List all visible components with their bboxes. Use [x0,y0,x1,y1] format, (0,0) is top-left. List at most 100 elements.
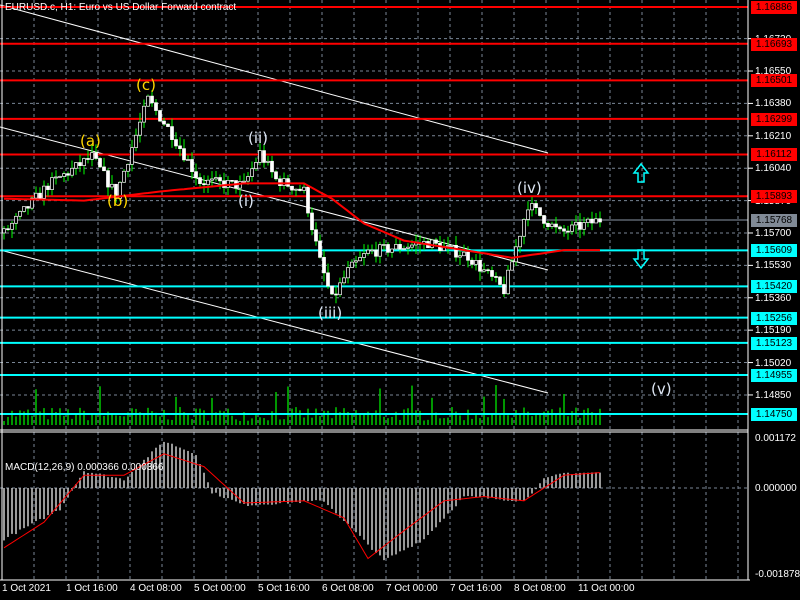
support-level-price-label: 1.15256 [751,311,797,325]
wave-label-v: (v) [651,380,672,398]
time-axis-label: 1 Oct 16:00 [66,583,118,594]
candle-body [126,164,130,172]
candle-body [434,239,438,244]
wave-label-b: (b) [107,192,129,210]
candle-body [410,244,414,248]
support-level-price-label: 1.15609 [751,244,797,258]
price-tick-label: 1.15700 [755,227,792,239]
support-level-price-label: 1.14955 [751,368,797,382]
resistance-level-price-label: 1.16299 [751,112,797,126]
candle-body [378,244,382,257]
candle-body [430,239,434,248]
time-axis-label: 7 Oct 00:00 [386,583,438,594]
candle-body [282,178,286,186]
candle-body [510,261,514,271]
candle-body [86,158,90,160]
candle-body [554,223,558,228]
candle-body [198,177,202,184]
candle-body [246,176,250,182]
candle-body [366,249,370,254]
candle-body [14,215,18,224]
candle-body [350,261,354,268]
candle-body [310,212,314,231]
candle-body [514,246,518,263]
candle-body [542,215,546,224]
candle-body [362,253,366,258]
candle-body [230,179,234,182]
candle-body [122,170,126,183]
candle-body [258,150,262,163]
candle-body [78,162,82,166]
resistance-level-price-label: 1.16501 [751,74,797,88]
candle-body [50,177,54,190]
macd-min-label: -0.001878 [755,569,800,580]
resistance-level-price-label: 1.15893 [751,190,797,204]
up-arrow-icon [632,162,650,183]
candle-body [218,177,222,182]
candle-body [58,176,62,178]
candle-body [386,244,390,253]
current-price-label: 1.15768 [751,214,797,228]
price-tick-label: 1.15530 [755,260,792,272]
price-chart[interactable] [0,0,800,600]
candle-body [138,121,142,136]
candle-body [446,245,450,247]
candle-body [66,173,70,176]
candle-body [354,260,358,263]
candle-body [190,159,194,173]
candle-body [270,160,274,173]
candle-body [406,246,410,249]
macd-max-label: 0.001172 [755,433,796,444]
candle-body [22,206,26,212]
candle-body [250,168,254,177]
candle-body [534,203,538,208]
candle-body [458,255,462,258]
price-tick-label: 1.16210 [755,130,792,142]
time-axis-label: 4 Oct 08:00 [130,583,182,594]
candle-body [266,160,270,163]
candle-body [566,230,570,233]
candle-body [62,173,66,177]
candle-body [462,251,466,257]
candle-body [90,152,94,160]
candle-body [46,185,50,190]
candle-body [294,188,298,191]
candle-body [94,152,98,159]
time-axis-label: 1 Oct 2021 [2,583,51,594]
price-tick-label: 1.16040 [755,163,792,175]
trend-channel-upper [0,4,549,154]
candle-body [222,180,226,188]
candle-body [194,171,198,178]
candle-body [170,126,174,140]
candle-body [450,244,454,247]
candle-body [574,221,578,226]
candle-body [186,159,190,161]
candle-body [562,228,566,232]
candle-body [398,244,402,250]
candle-body [582,222,586,230]
candle-body [526,209,530,220]
candle-body [538,207,542,216]
candle-body [314,229,318,242]
candle-body [550,223,554,227]
candle-body [210,178,214,181]
candle-body [590,218,594,224]
support-level-price-label: 1.15123 [751,336,797,350]
candle-body [102,166,106,172]
candle-body [570,224,574,232]
candle-body [358,257,362,262]
candle-body [498,276,502,285]
candle-body [262,150,266,163]
candle-body [322,257,326,274]
candle-body [182,148,186,161]
time-axis-label: 7 Oct 16:00 [450,583,502,594]
candle-body [10,222,14,230]
candle-body [330,285,334,295]
candle-body [206,179,210,186]
candle-body [54,176,58,179]
candle-body [342,277,346,284]
candle-body [494,276,498,278]
wave-label-c: (c) [136,76,156,94]
candle-body [106,170,110,188]
candle-body [522,219,526,237]
